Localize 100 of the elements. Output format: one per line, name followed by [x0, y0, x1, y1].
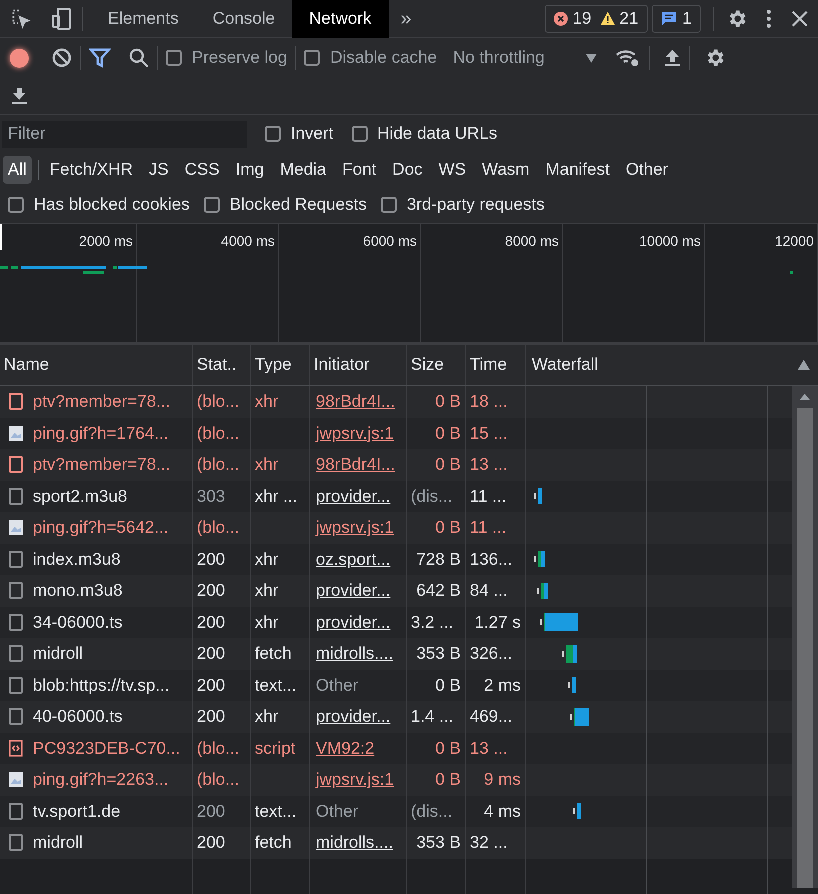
initiator-link[interactable]: jwpsrv.js:1 — [316, 420, 394, 446]
status-cell: 200 — [193, 827, 251, 858]
close-icon[interactable] — [792, 10, 808, 26]
initiator-link[interactable]: oz.sport... — [316, 546, 391, 572]
checkbox[interactable] — [380, 197, 397, 213]
request-row[interactable]: sport2.m3u8 303 xhr ... provider... (dis... 11 ... — [0, 480, 792, 512]
request-row[interactable]: index.m3u8 200 xhr oz.sport... 728 B 136... — [0, 544, 792, 575]
request-name: 34-06000.ts — [33, 612, 123, 634]
type-cell-text: xhr ... — [255, 486, 298, 508]
size-cell-text: (dis... — [411, 800, 453, 822]
checkbox[interactable] — [304, 50, 320, 66]
issues-counter[interactable]: 19 21 — [544, 4, 648, 32]
checkbox[interactable] — [204, 197, 220, 213]
request-row[interactable]: blob:https://tv.sp... 200 text... Other 0 B 2 ms — [0, 670, 792, 701]
time-cell-text: 18 ... — [470, 391, 508, 413]
initiator-link[interactable]: midrolls.... — [316, 641, 394, 666]
checkbox[interactable] — [352, 126, 368, 142]
filter-field[interactable]: Filter — [2, 120, 247, 148]
type-filter-button[interactable]: Wasm — [477, 156, 535, 184]
inspect-icon[interactable] — [10, 8, 32, 30]
type-filter-button[interactable]: JS — [144, 156, 174, 184]
type-cell-text: xhr — [255, 612, 279, 634]
request-row[interactable]: mono.m3u8 200 xhr provider... 642 B 84 ... — [0, 575, 792, 606]
column-header[interactable]: Name — [0, 345, 193, 385]
waterfall-bar — [534, 551, 545, 568]
scroll-up-icon[interactable] — [800, 394, 810, 400]
type-filter-button[interactable]: Media — [275, 156, 332, 184]
column-header[interactable]: Size — [407, 345, 466, 385]
column-header[interactable]: Time — [466, 345, 526, 385]
initiator-link[interactable]: jwpsrv.js:1 — [316, 767, 394, 792]
type-filter-button[interactable]: WS — [434, 156, 472, 184]
type-cell-text: fetch — [255, 643, 292, 665]
checkbox[interactable] — [166, 50, 182, 66]
time-cell-text: 136... — [470, 548, 513, 570]
time-cell-text: 13 ... — [470, 454, 508, 476]
checkbox[interactable] — [265, 126, 281, 142]
document-icon — [9, 676, 23, 694]
initiator-link[interactable]: provider... — [316, 610, 391, 635]
more-options-icon[interactable] — [766, 8, 772, 28]
panel-tab[interactable]: Network — [292, 0, 389, 38]
request-row[interactable]: 40-06000.ts 200 xhr provider... 1.4 ... 469... — [0, 701, 792, 732]
messages-counter[interactable]: 1 — [652, 4, 701, 32]
type-filter-button[interactable]: Font — [338, 156, 382, 184]
request-row[interactable]: ping.gif?h=1764... (blo... jwpsrv.js:1 0 B 15 ... — [0, 418, 792, 449]
search-icon[interactable] — [129, 48, 149, 68]
throttling-dropdown[interactable]: No throttling — [453, 45, 598, 71]
time-cell-text: 4 ms — [484, 800, 521, 822]
waterfall-bar — [534, 488, 542, 504]
download-icon[interactable] — [11, 87, 28, 105]
type-cell-text: xhr — [255, 454, 279, 476]
initiator-link[interactable]: provider... — [316, 578, 391, 604]
type-filter-button[interactable]: Doc — [388, 156, 428, 184]
type-cell-text: text... — [255, 674, 297, 696]
column-header[interactable]: Type — [251, 345, 310, 385]
request-row[interactable]: ping.gif?h=5642... (blo... jwpsrv.js:1 0 B 11 ... — [0, 512, 792, 544]
initiator-link[interactable]: 98rBdr4I... — [316, 389, 396, 414]
request-row[interactable]: ping.gif?h=2263... (blo... jwpsrv.js:1 0 B 9 ms — [0, 764, 792, 796]
panel-tab[interactable]: Console — [196, 0, 292, 38]
scrollbar[interactable] — [792, 386, 818, 888]
type-filter-button[interactable]: Other — [620, 156, 674, 184]
request-name: PC9323DEB-C70... — [33, 738, 180, 760]
type-filter-button[interactable]: Fetch/XHR — [44, 156, 138, 184]
request-row[interactable]: ptv?member=78... (blo... xhr 98rBdr4I... 0 B 13 ... — [0, 449, 792, 480]
column-header[interactable]: Waterfall — [526, 345, 798, 385]
initiator-cell-text: Other — [316, 674, 359, 696]
size-cell-text: 728 B — [416, 548, 461, 570]
initiator-link[interactable]: provider... — [316, 704, 391, 730]
size-cell-text: 0 B — [435, 422, 461, 444]
panel-tab[interactable]: Elements — [91, 0, 196, 38]
request-row[interactable]: tv.sport1.de 200 text... Other (dis... 4 ms — [0, 796, 792, 827]
more-tabs-button[interactable]: » — [388, 4, 424, 34]
type-filter-button[interactable]: CSS — [180, 156, 225, 184]
request-row[interactable]: midroll 200 fetch midrolls.... 353 B 326... — [0, 638, 792, 670]
request-row[interactable]: midroll 200 fetch midrolls.... 353 B 32 ... — [0, 827, 792, 858]
filter-icon[interactable] — [89, 48, 111, 68]
request-name: blob:https://tv.sp... — [33, 674, 170, 696]
request-row[interactable]: 34-06000.ts 200 xhr provider... 3.2 ... 1.27 s — [0, 606, 792, 638]
device-icon[interactable] — [50, 6, 74, 30]
record-button[interactable] — [10, 48, 29, 68]
initiator-link[interactable]: VM92:2 — [316, 736, 375, 761]
request-row[interactable]: PC9323DEB-C70... (blo... script VM92:2 0 B 13 ... — [0, 732, 792, 764]
clear-icon[interactable] — [52, 48, 72, 68]
type-filter-button[interactable]: Manifest — [540, 156, 615, 184]
sort-ascending-icon[interactable] — [798, 360, 810, 370]
checkbox-label: Preserve log — [192, 47, 288, 70]
type-filter-button[interactable]: All — [3, 156, 32, 184]
column-header[interactable]: Initiator — [310, 345, 407, 385]
column-header[interactable]: Stat.. — [193, 345, 251, 385]
size-cell-text: 0 B — [435, 454, 461, 476]
initiator-link[interactable]: midrolls.... — [316, 830, 394, 856]
type-filter-button[interactable]: Img — [230, 156, 270, 184]
initiator-link[interactable]: 98rBdr4I... — [316, 452, 396, 478]
waterfall-bar — [570, 708, 589, 726]
upload-icon[interactable] — [664, 49, 682, 67]
request-row[interactable]: ptv?member=78... (blo... xhr 98rBdr4I... 0 B 18 ... — [0, 386, 792, 418]
document-icon — [9, 708, 23, 726]
document-icon — [9, 834, 23, 852]
initiator-link[interactable]: jwpsrv.js:1 — [316, 515, 394, 540]
checkbox[interactable] — [8, 197, 24, 213]
initiator-link[interactable]: provider... — [316, 484, 391, 509]
